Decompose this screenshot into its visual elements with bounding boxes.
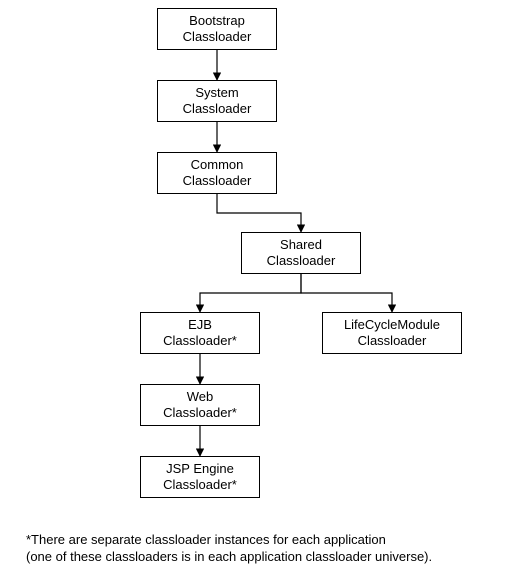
node-bootstrap: Bootstrap Classloader <box>157 8 277 50</box>
node-label-l2: Classloader <box>183 173 252 189</box>
node-label-l2: Classloader <box>183 101 252 117</box>
node-label-l1: EJB <box>188 317 212 333</box>
footnote: *There are separate classloader instance… <box>26 532 486 566</box>
node-system: System Classloader <box>157 80 277 122</box>
node-label-l1: System <box>195 85 238 101</box>
node-shared: Shared Classloader <box>241 232 361 274</box>
node-jsp: JSP Engine Classloader* <box>140 456 260 498</box>
node-label-l2: Classloader <box>267 253 336 269</box>
node-ejb: EJB Classloader* <box>140 312 260 354</box>
node-label-l2: Classloader <box>183 29 252 45</box>
node-label-l1: Web <box>187 389 214 405</box>
node-label-l1: Bootstrap <box>189 13 245 29</box>
footnote-line1: *There are separate classloader instance… <box>26 532 486 549</box>
node-label-l2: Classloader* <box>163 405 237 421</box>
node-label-l1: Shared <box>280 237 322 253</box>
node-label-l2: Classloader <box>358 333 427 349</box>
node-web: Web Classloader* <box>140 384 260 426</box>
node-label-l2: Classloader* <box>163 477 237 493</box>
node-label-l1: LifeCycleModule <box>344 317 440 333</box>
node-lifecycle: LifeCycleModule Classloader <box>322 312 462 354</box>
node-label-l1: Common <box>191 157 244 173</box>
footnote-line2: (one of these classloaders is in each ap… <box>26 549 486 566</box>
node-common: Common Classloader <box>157 152 277 194</box>
node-label-l2: Classloader* <box>163 333 237 349</box>
node-label-l1: JSP Engine <box>166 461 234 477</box>
